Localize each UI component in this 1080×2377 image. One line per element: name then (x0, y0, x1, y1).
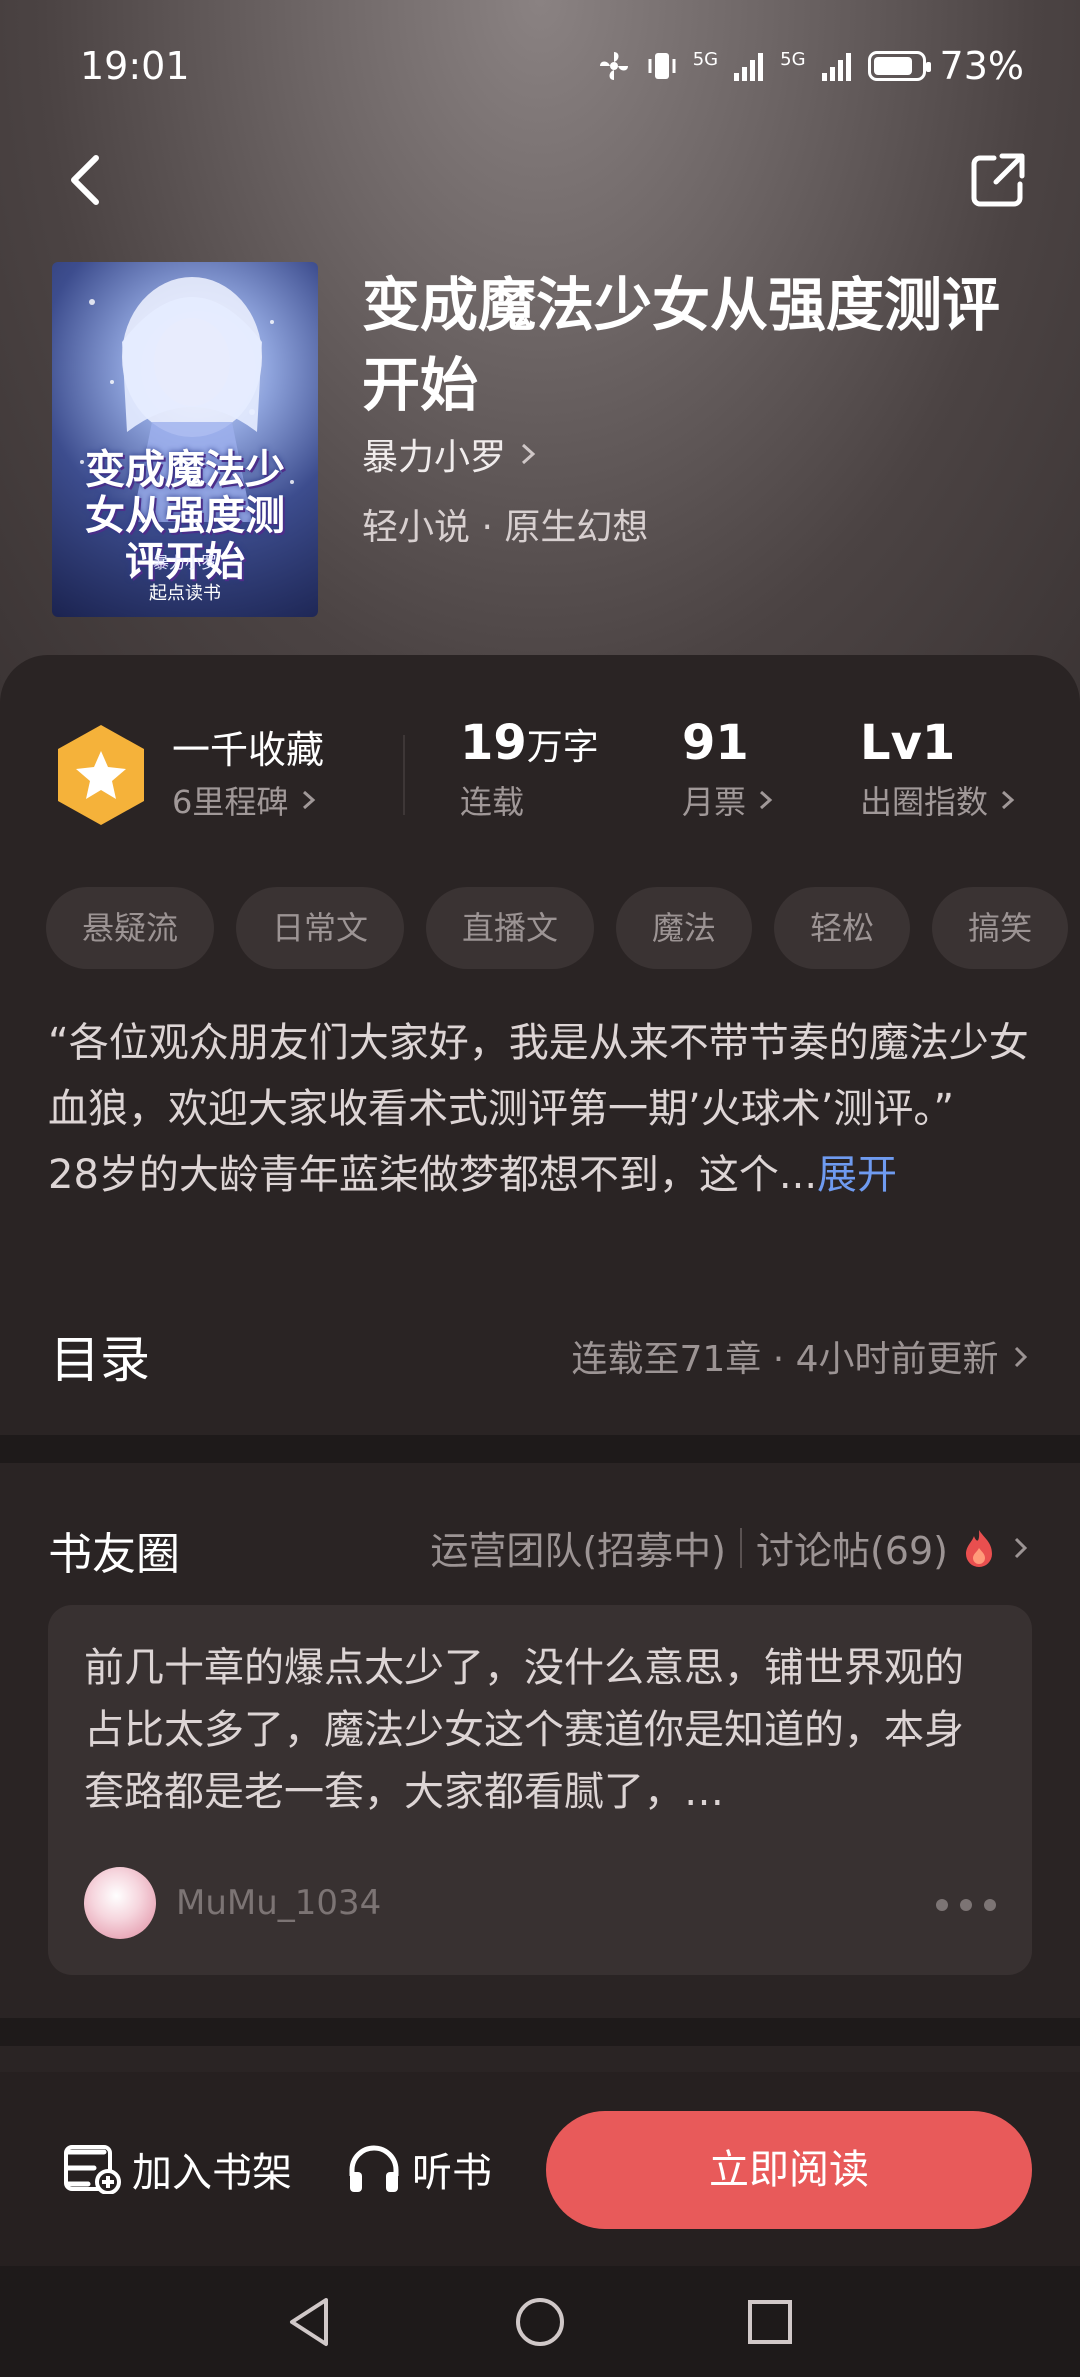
toc-info[interactable]: 连载至71章 · 4小时前更新 (572, 1330, 1033, 1382)
book-title: 变成魔法少女从强度测评开始 (362, 271, 1001, 419)
post-username[interactable]: MuMu_1034 (176, 1883, 381, 1923)
level-label: 出圈指数 (860, 783, 989, 821)
add-to-shelf-label: 加入书架 (132, 2150, 292, 2196)
section-divider (0, 2018, 1080, 2046)
chevron-right-icon (1014, 1346, 1028, 1368)
status-time: 19:01 (80, 44, 190, 88)
word-count-stat: 19万字 连载 (460, 715, 599, 823)
section-divider (0, 1435, 1080, 1463)
fan-icon (599, 52, 628, 80)
signal-icon (734, 53, 764, 81)
listen-label: 听书 (412, 2150, 492, 2196)
level-stat[interactable]: Lv1 出圈指数 (860, 715, 1018, 823)
reader-circle-title[interactable]: 书友圈 (48, 1518, 180, 1582)
signal-5g-label-2: 5G (780, 49, 806, 70)
word-count-label: 连载 (460, 783, 525, 821)
listen-button[interactable]: 听书 (346, 2140, 492, 2198)
tag-chip[interactable]: 轻松 (774, 887, 911, 969)
signal-5g-label-1: 5G (692, 49, 719, 70)
tag-list: 悬疑流 日常文 直播文 魔法 轻松 搞笑 (46, 887, 1080, 969)
avatar[interactable] (84, 1867, 156, 1939)
headphones-icon (349, 2145, 399, 2192)
tag-chip[interactable]: 搞笑 (932, 887, 1069, 969)
author-link[interactable]: 暴力小罗 (362, 428, 539, 480)
star-badge-icon (58, 725, 144, 825)
chevron-right-icon (760, 790, 773, 810)
word-count-value: 19 (460, 715, 527, 771)
more-options-icon[interactable] (936, 1899, 996, 1911)
monthly-ticket-label: 月票 (682, 783, 747, 821)
book-description[interactable]: “各位观众朋友们大家好，我是从来不带节奏的魔法少女血狼，欢迎大家收看术式测评第一… (48, 1010, 1038, 1208)
fire-icon (966, 1529, 992, 1567)
battery-percent: 73% (939, 44, 1024, 88)
stats-divider (403, 735, 405, 815)
chevron-right-icon (1014, 1537, 1028, 1558)
back-arrow-icon[interactable] (60, 150, 110, 210)
tag-chip[interactable]: 日常文 (236, 887, 405, 969)
add-to-shelf-button[interactable]: 加入书架 (64, 2140, 292, 2198)
toc-title[interactable]: 目录 (50, 1320, 150, 1392)
chevron-right-icon (1002, 790, 1015, 810)
monthly-ticket-value: 91 (682, 715, 749, 771)
read-now-button[interactable]: 立即阅读 (546, 2111, 1032, 2229)
share-icon[interactable] (968, 150, 1028, 210)
status-bar: 19:01 5G 5G 73% (80, 44, 1024, 94)
back-triangle-icon[interactable] (280, 2292, 340, 2352)
book-genre: 轻小说 · 原生幻想 (362, 507, 649, 548)
cover-brand: 起点读书 (149, 583, 221, 604)
collection-title: 一千收藏 (172, 728, 325, 772)
stats-row: 一千收藏 6里程碑 19万字 连载 91 月票 Lv1 出圈指数 (0, 705, 1080, 855)
post-text: 前几十章的爆点太少了，没什么意思，铺世界观的占比太多了，魔法少女这个赛道你是知道… (84, 1645, 964, 1815)
word-count-unit: 万字 (526, 727, 599, 768)
monthly-ticket-stat[interactable]: 91 月票 (682, 715, 776, 823)
chevron-right-icon (302, 790, 315, 810)
reader-circle-links: 运营团队(招募中) 讨论帖(69) (430, 1520, 1032, 1575)
tag-chip[interactable]: 悬疑流 (46, 887, 215, 969)
milestone-label: 6里程碑 (172, 783, 289, 821)
tag-chip[interactable]: 直播文 (426, 887, 595, 969)
level-value: Lv1 (860, 715, 956, 771)
link-divider (739, 1527, 742, 1568)
cover-author: 暴力小罗 (152, 553, 217, 572)
milestone-link[interactable]: 6里程碑 (172, 777, 319, 823)
tag-chip[interactable]: 魔法 (616, 887, 753, 969)
vibrate-icon (648, 53, 676, 79)
ops-team-link[interactable]: 运营团队(招募中) (430, 1520, 726, 1575)
book-cover[interactable]: 变成魔法少女从强度测评开始 暴力小罗 起点读书 (52, 262, 318, 617)
toc-update-text: 连载至71章 · 4小时前更新 (571, 1339, 999, 1380)
author-name: 暴力小罗 (362, 437, 507, 478)
home-circle-icon[interactable] (510, 2292, 570, 2352)
add-shelf-icon (64, 2145, 121, 2194)
recents-square-icon[interactable] (740, 2292, 800, 2352)
discussion-link[interactable]: 讨论帖(69) (756, 1520, 948, 1575)
chevron-right-icon (522, 443, 536, 465)
expand-link[interactable]: 展开 (817, 1152, 897, 1198)
battery-icon (867, 51, 931, 81)
signal-icon-2 (821, 53, 851, 81)
post-card[interactable]: 前几十章的爆点太少了，没什么意思，铺世界观的占比太多了，魔法少女这个赛道你是知道… (48, 1605, 1032, 1975)
